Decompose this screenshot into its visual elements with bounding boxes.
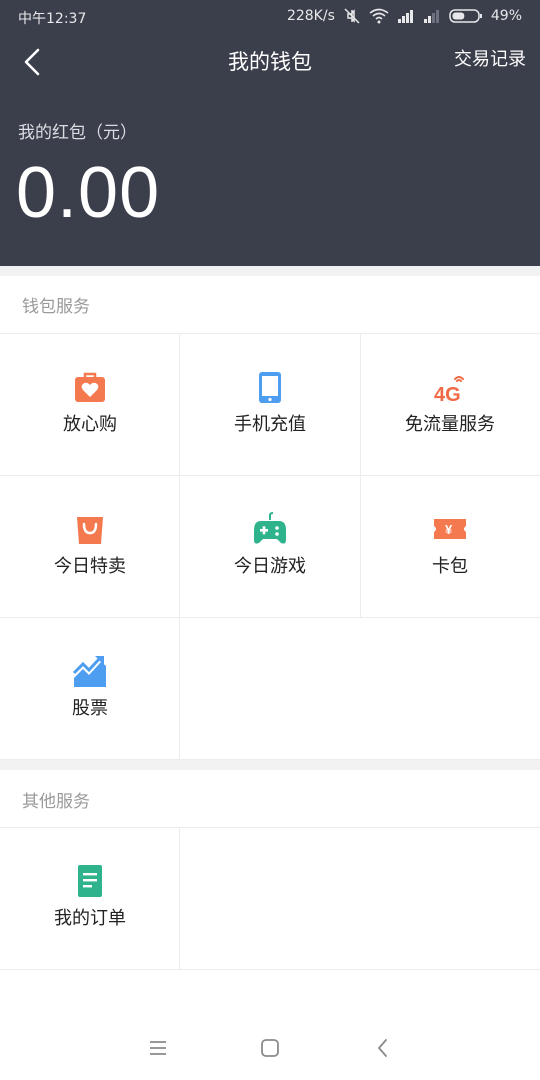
section-gap	[0, 266, 540, 276]
wallet-header: 中午12:37 228K/s 49% 我的钱包 交易记录 我的红包（元） 0.0…	[0, 0, 540, 266]
service-phone-recharge[interactable]: 手机充值	[180, 334, 360, 475]
gamepad-icon	[254, 512, 286, 544]
service-label: 卡包	[432, 556, 468, 577]
net-speed: 228K/s	[286, 8, 335, 24]
status-indicators: 228K/s 49%	[287, 8, 522, 24]
battery-percent: 49%	[490, 8, 522, 24]
service-label: 放心购	[63, 414, 117, 435]
document-icon	[78, 865, 102, 897]
status-bar: 中午12:37 228K/s 49%	[0, 0, 540, 34]
4g-icon-text: 4G	[434, 384, 461, 404]
home-icon[interactable]	[258, 1036, 282, 1060]
service-card-wallet[interactable]: ¥ 卡包	[360, 476, 540, 617]
4g-icon: 4G	[434, 376, 464, 404]
service-stocks[interactable]: 股票	[0, 618, 180, 759]
ticket-icon-text: ¥	[445, 522, 453, 537]
service-free-data[interactable]: 4G 免流量服务	[360, 334, 540, 475]
menu-icon[interactable]	[146, 1036, 170, 1060]
wifi-icon	[369, 8, 389, 24]
mute-icon	[344, 8, 360, 24]
balance-label: 我的红包（元）	[18, 123, 137, 143]
wallet-section-title: 钱包服务	[22, 297, 90, 317]
divider	[0, 969, 540, 970]
service-label: 今日游戏	[234, 556, 306, 577]
heart-bag-icon	[75, 372, 105, 402]
service-label: 股票	[72, 698, 108, 719]
balance-value: 0.00	[16, 153, 161, 233]
service-daily-sale[interactable]: 今日特卖	[0, 476, 180, 617]
service-label: 今日特卖	[54, 556, 126, 577]
service-safe-shopping[interactable]: 放心购	[0, 334, 180, 475]
signal-weak-icon	[423, 10, 439, 23]
service-daily-games[interactable]: 今日游戏	[180, 476, 360, 617]
other-section-title: 其他服务	[22, 792, 90, 812]
service-label: 手机充值	[234, 414, 306, 435]
signal-icon	[397, 10, 413, 23]
service-label: 我的订单	[54, 908, 126, 929]
back-nav-icon[interactable]	[371, 1036, 395, 1060]
battery-icon	[449, 9, 482, 23]
shopping-bag-icon	[77, 517, 103, 544]
system-nav-bar	[0, 1020, 540, 1080]
stock-chart-icon	[73, 656, 106, 687]
service-label: 免流量服务	[405, 414, 495, 435]
service-my-orders[interactable]: 我的订单	[0, 828, 180, 969]
phone-icon	[259, 372, 281, 403]
section-gap	[0, 760, 540, 770]
nav-bar: 我的钱包 交易记录	[0, 34, 540, 88]
transaction-records-link[interactable]: 交易记录	[454, 45, 526, 71]
status-time: 中午12:37	[18, 11, 87, 27]
ticket-icon: ¥	[434, 519, 466, 539]
